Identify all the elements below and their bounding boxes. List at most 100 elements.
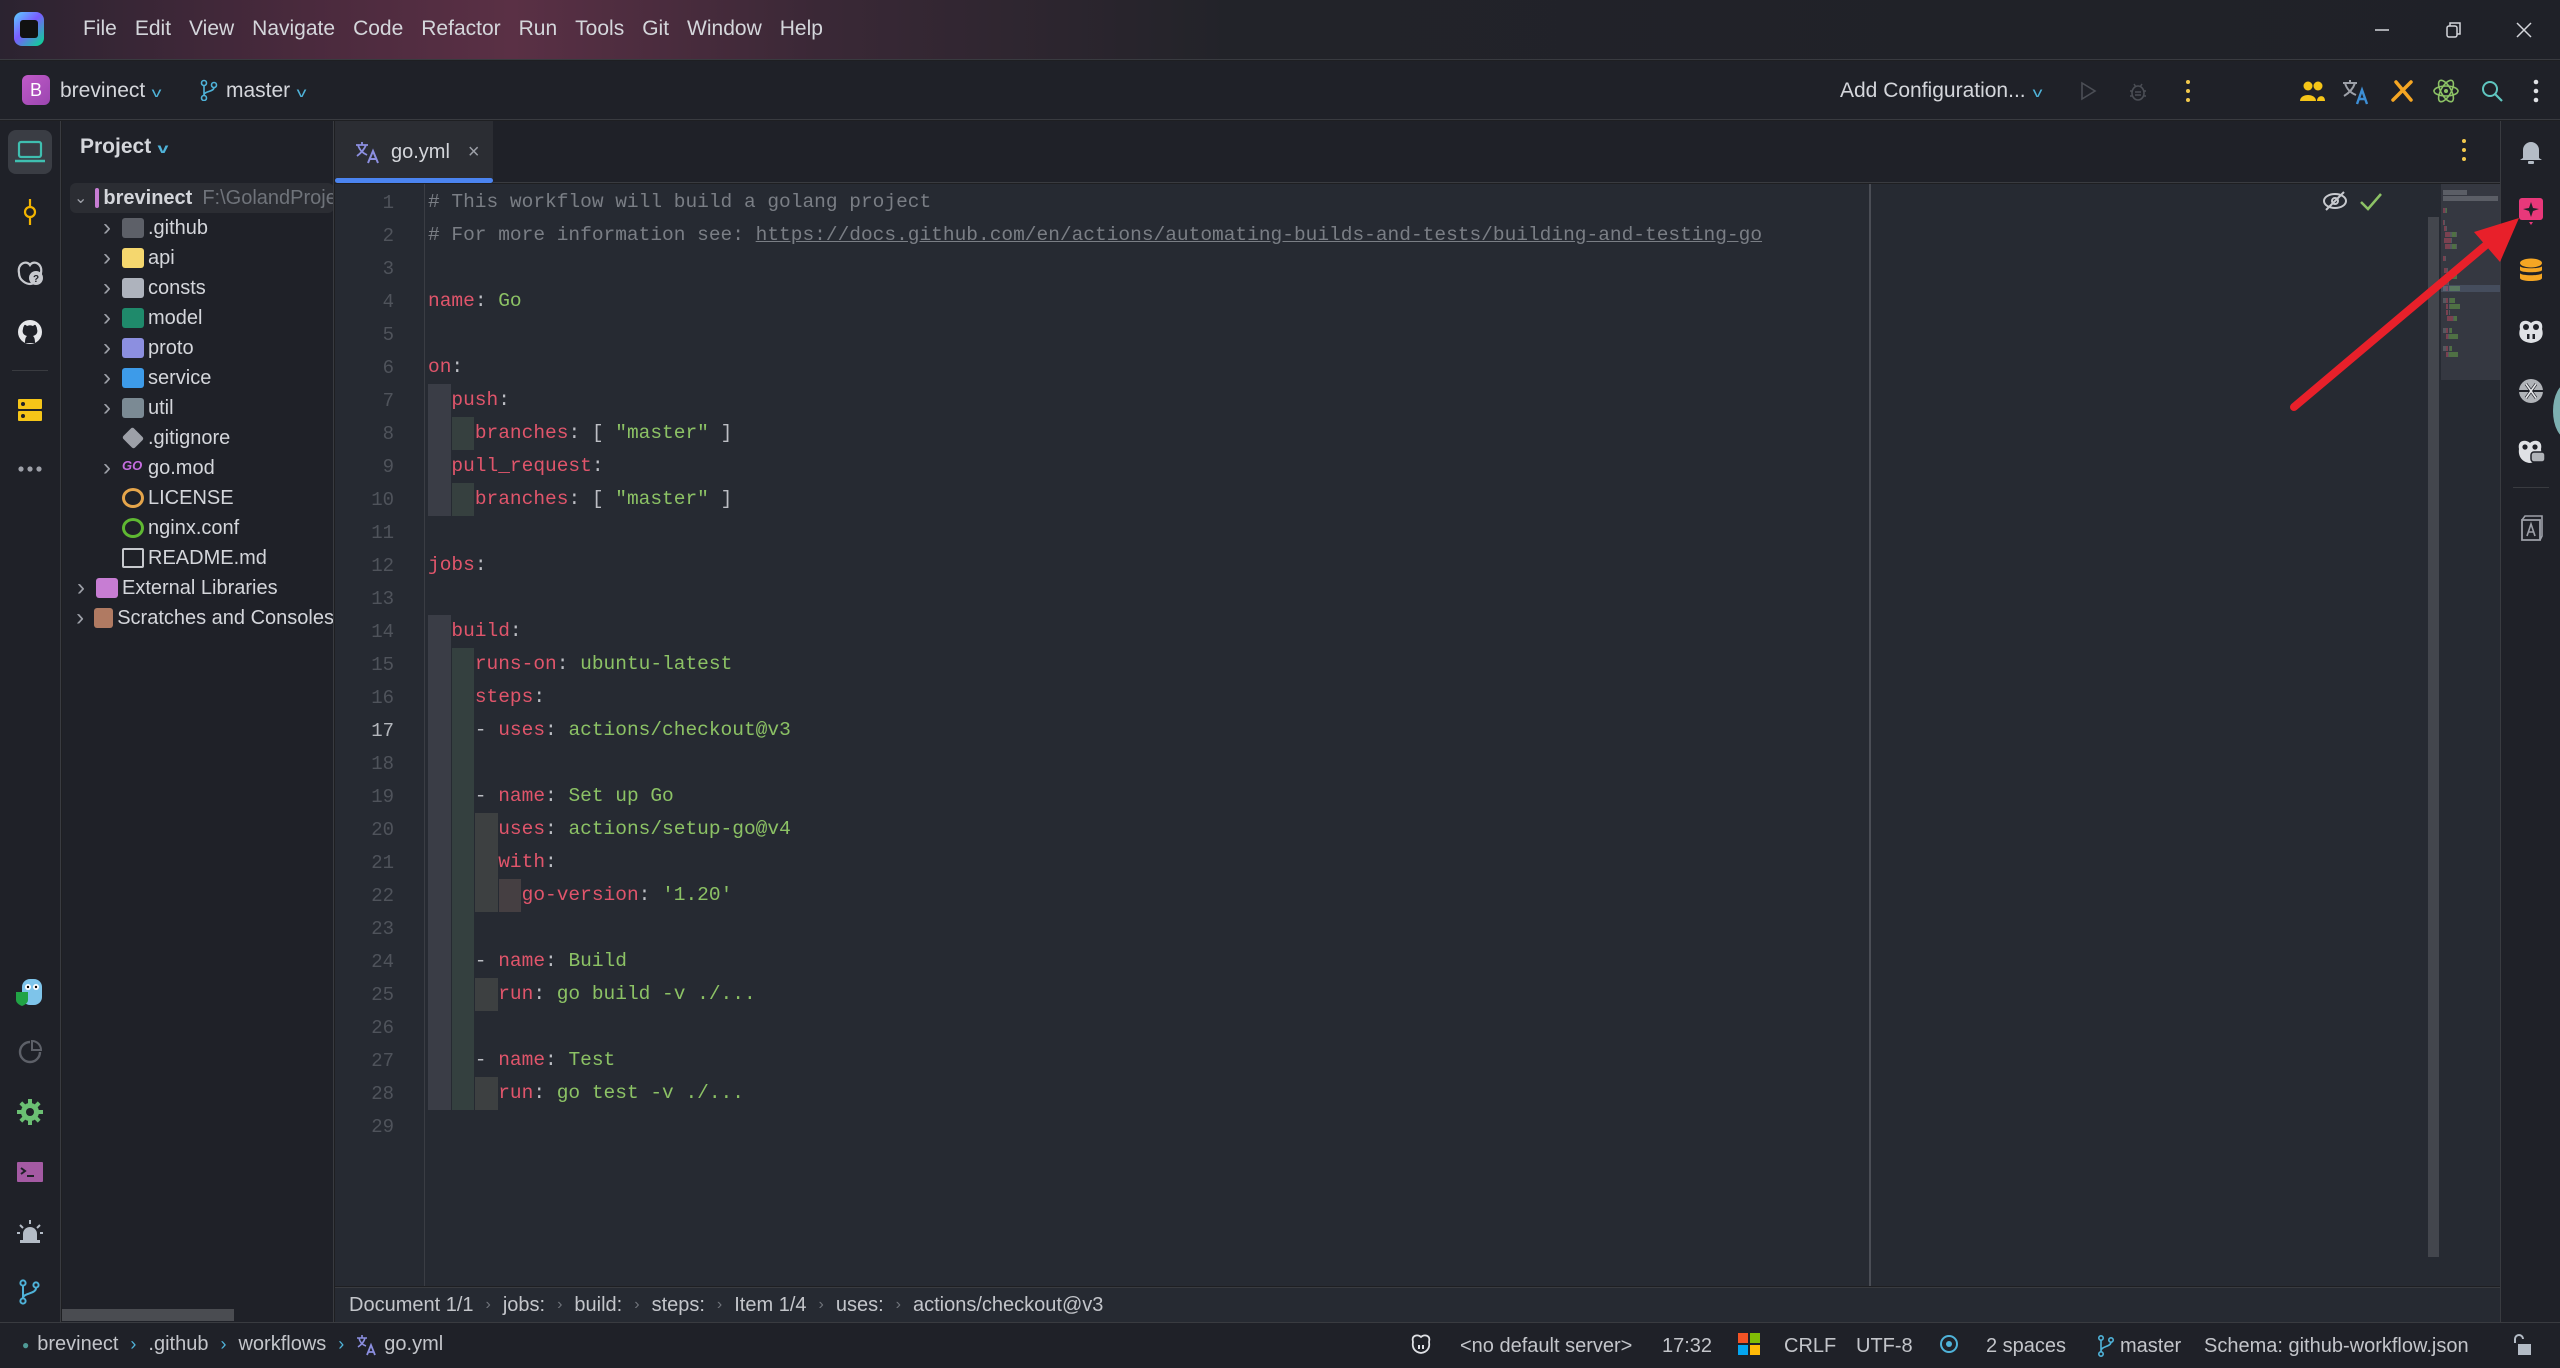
- code-line[interactable]: on:: [428, 351, 463, 384]
- git-tool-button[interactable]: [8, 1270, 52, 1314]
- menu-tools[interactable]: Tools: [566, 14, 633, 44]
- chevron-right-icon[interactable]: ›: [100, 394, 114, 422]
- project-tool-button[interactable]: [8, 130, 52, 174]
- chevron-right-icon[interactable]: ›: [100, 304, 114, 332]
- code-editor[interactable]: 1 2 3 4 5 6 7 8 9 10 11 12 13 14 15 16 17 18 19 20 21 22 23 24 2…: [335, 184, 2500, 1286]
- breadcrumb-item[interactable]: Item 1/4: [734, 1294, 806, 1317]
- tree-item-consts[interactable]: › consts: [62, 273, 333, 303]
- github-tool-button[interactable]: [8, 310, 52, 354]
- more-tool-windows-button[interactable]: [8, 447, 52, 491]
- project-badge[interactable]: B: [22, 75, 50, 105]
- tree-item-api[interactable]: › api: [62, 243, 333, 273]
- menu-run[interactable]: Run: [510, 14, 567, 44]
- search-everywhere-button[interactable]: [2476, 75, 2508, 107]
- code-line[interactable]: branches: [ "master" ]: [428, 417, 732, 450]
- code-line[interactable]: push:: [428, 384, 510, 417]
- tree-item-model[interactable]: › model: [62, 303, 333, 333]
- chevron-right-icon[interactable]: ›: [100, 214, 114, 242]
- tree-item-service[interactable]: › service: [62, 363, 333, 393]
- notifications-button[interactable]: [2513, 133, 2549, 169]
- code-line[interactable]: runs-on: ubuntu-latest: [428, 648, 732, 681]
- breadcrumb-item[interactable]: jobs:: [503, 1294, 545, 1317]
- breadcrumb-item[interactable]: Document 1/1: [349, 1294, 474, 1317]
- tab-go-yml[interactable]: go.yml ×: [335, 121, 493, 183]
- code-line[interactable]: uses: actions/setup-go@v4: [428, 813, 791, 846]
- menu-navigate[interactable]: Navigate: [243, 14, 344, 44]
- path-segment-file[interactable]: go.yml: [384, 1333, 443, 1356]
- documentation-link[interactable]: https://docs.github.com/en/actions/autom…: [756, 224, 1762, 246]
- inspection-ok-icon[interactable]: [2357, 186, 2385, 216]
- branch-selector[interactable]: master v: [200, 77, 307, 106]
- commit-tool-button[interactable]: [8, 190, 52, 234]
- chevron-right-icon[interactable]: ›: [74, 604, 86, 632]
- floating-assistant-bubble[interactable]: [2553, 383, 2560, 439]
- reader-mode-hidden-icon[interactable]: [2320, 186, 2350, 216]
- windows-status-widget[interactable]: [1738, 1333, 1760, 1355]
- menu-git[interactable]: Git: [633, 14, 678, 44]
- path-segment-workflows[interactable]: workflows: [238, 1333, 326, 1356]
- ai-assistant-toolbar-button[interactable]: [2430, 75, 2462, 107]
- tree-item-external-libraries[interactable]: › External Libraries: [62, 573, 333, 603]
- menu-view[interactable]: View: [180, 14, 243, 44]
- dictionary-button[interactable]: [2513, 511, 2549, 547]
- restore-button[interactable]: [2424, 12, 2484, 48]
- profiler-tool-button[interactable]: [8, 1030, 52, 1074]
- tree-item-scratches-and-consoles[interactable]: › Scratches and Consoles: [62, 603, 333, 633]
- code-line[interactable]: run: go test -v ./...: [428, 1077, 744, 1110]
- caret-position[interactable]: 17:32: [1662, 1333, 1712, 1359]
- chevron-right-icon[interactable]: ›: [74, 574, 88, 602]
- xdebug-button[interactable]: [2513, 373, 2549, 409]
- code-line[interactable]: # This workflow will build a golang proj…: [428, 186, 931, 219]
- tree-item-github[interactable]: › .github: [62, 213, 333, 243]
- tree-item-util[interactable]: › util: [62, 393, 333, 423]
- code-line[interactable]: run: go build -v ./...: [428, 978, 755, 1011]
- ai-assistant-button[interactable]: [2513, 193, 2549, 229]
- breadcrumb-item[interactable]: uses:: [836, 1294, 884, 1317]
- code-line[interactable]: name: Go: [428, 285, 522, 318]
- code-line[interactable]: branches: [ "master" ]: [428, 483, 732, 516]
- menu-window[interactable]: Window: [678, 14, 771, 44]
- tree-item-readme-md[interactable]: README.md: [62, 543, 333, 573]
- code-with-me-button[interactable]: [2296, 75, 2328, 107]
- tree-item-license[interactable]: LICENSE: [62, 483, 333, 513]
- tree-item-proto[interactable]: › proto: [62, 333, 333, 363]
- code-line[interactable]: with:: [428, 846, 557, 879]
- close-window-button[interactable]: [2494, 12, 2554, 48]
- menu-refactor[interactable]: Refactor: [412, 14, 509, 44]
- database-button[interactable]: [2513, 253, 2549, 289]
- main-more-button[interactable]: [2520, 75, 2552, 107]
- tree-item-root[interactable]: ⌄ brevinect F:\GolandProjects: [70, 183, 333, 213]
- terminal-tool-button[interactable]: [8, 1150, 52, 1194]
- breadcrumb-item[interactable]: steps:: [652, 1294, 705, 1317]
- copilot-chat-button[interactable]: [2513, 433, 2549, 469]
- code-minimap[interactable]: [2441, 184, 2500, 380]
- chevron-right-icon[interactable]: ›: [100, 454, 114, 482]
- settings-tool-button[interactable]: [8, 1090, 52, 1134]
- tree-item-gitignore[interactable]: .gitignore: [62, 423, 333, 453]
- project-horizontal-scrollbar[interactable]: [62, 1309, 234, 1321]
- go-security-tool-button[interactable]: [8, 970, 52, 1014]
- run-configuration-selector[interactable]: Add Configuration... v: [1840, 77, 2042, 106]
- code-line[interactable]: steps:: [428, 681, 545, 714]
- breadcrumb-item[interactable]: build:: [574, 1294, 622, 1317]
- project-view-selector[interactable]: Project v: [80, 135, 169, 159]
- code-line[interactable]: - name: Test: [428, 1044, 615, 1077]
- code-line[interactable]: - name: Build: [428, 945, 627, 978]
- menu-help[interactable]: Help: [771, 14, 832, 44]
- git-branch-widget[interactable]: master: [2098, 1333, 2181, 1359]
- code-line[interactable]: - name: Set up Go: [428, 780, 674, 813]
- copilot-help-tool-button[interactable]: ?: [8, 250, 52, 294]
- deployment-server-widget[interactable]: <no default server>: [1460, 1333, 1632, 1359]
- tree-item-go-mod[interactable]: › GO go.mod: [62, 453, 333, 483]
- chevron-right-icon[interactable]: ›: [100, 274, 114, 302]
- minimize-button[interactable]: [2352, 12, 2412, 48]
- chevron-down-icon[interactable]: ⌄: [74, 188, 87, 208]
- goland-logo-icon[interactable]: [14, 12, 44, 46]
- copilot-status[interactable]: [1410, 1333, 1432, 1355]
- problems-tool-button[interactable]: [8, 1210, 52, 1254]
- editor-vertical-scrollbar[interactable]: [2428, 217, 2439, 1257]
- path-segment-project[interactable]: brevinect: [37, 1333, 118, 1356]
- code-line[interactable]: - uses: actions/checkout@v3: [428, 714, 791, 747]
- copilot-button[interactable]: [2513, 313, 2549, 349]
- chevron-right-icon[interactable]: ›: [100, 244, 114, 272]
